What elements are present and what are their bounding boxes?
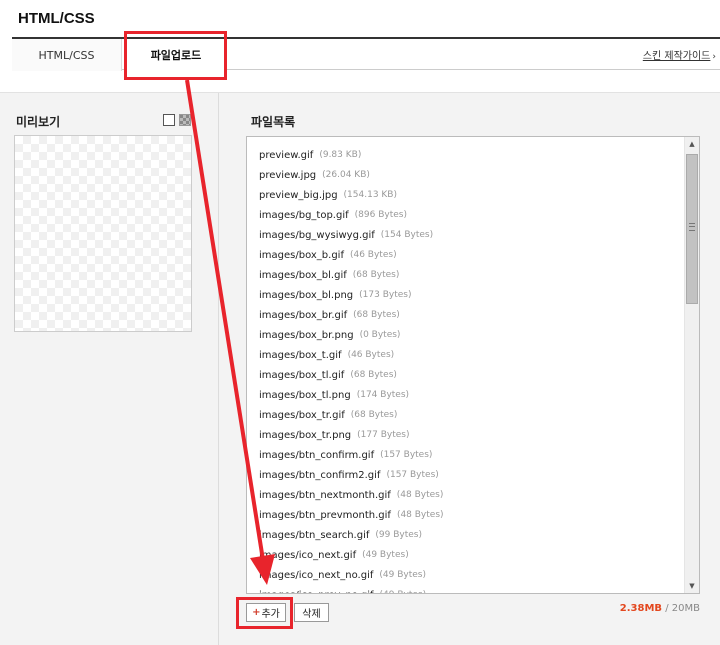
file-list-item[interactable]: images/box_bl.png (173 Bytes): [259, 285, 411, 305]
file-size: (48 Bytes): [396, 490, 444, 500]
file-size: (0 Bytes): [359, 330, 401, 340]
file-list-item[interactable]: images/btn_confirm2.gif (157 Bytes): [259, 465, 439, 485]
file-name: images/box_br.gif: [259, 309, 348, 321]
file-list-item[interactable]: preview.gif (9.83 KB): [259, 145, 361, 165]
file-name: images/box_t.gif: [259, 349, 342, 361]
add-button-label: 추가: [261, 609, 280, 620]
file-list-item[interactable]: images/box_tl.png (174 Bytes): [259, 385, 409, 405]
file-name: images/btn_nextmonth.gif: [259, 489, 391, 501]
storage-total: 20MB: [671, 603, 700, 614]
file-size: (173 Bytes): [359, 290, 412, 300]
file-name: preview.jpg: [259, 169, 317, 181]
file-size: (49 Bytes): [380, 590, 427, 593]
file-list-item[interactable]: images/box_tr.gif (68 Bytes): [259, 405, 397, 425]
file-list-item[interactable]: images/box_tr.png (177 Bytes): [259, 425, 409, 445]
file-name: images/box_tl.gif: [259, 369, 345, 381]
file-name: images/box_tr.gif: [259, 409, 345, 421]
file-size: (48 Bytes): [396, 510, 444, 520]
skin-guide-link[interactable]: 스킨 제작가이드 ›: [643, 47, 716, 62]
file-size: (46 Bytes): [347, 350, 395, 360]
chevron-right-icon: ›: [712, 52, 716, 62]
file-list-panel: preview.gif (9.83 KB) preview.jpg (26.04 KB…: [246, 136, 700, 594]
file-size: (46 Bytes): [349, 250, 397, 260]
white-background-toggle[interactable]: [163, 114, 175, 126]
scroll-up-arrow-icon[interactable]: ▲: [685, 137, 699, 151]
preview-label: 미리보기: [16, 115, 61, 129]
file-size: (174 Bytes): [356, 390, 410, 400]
tab-bar: HTML/CSS 파일업로드 스킨 제작가이드 ›: [12, 37, 720, 71]
storage-separator: /: [662, 603, 672, 614]
file-size: (49 Bytes): [379, 570, 426, 580]
file-list-item[interactable]: images/btn_search.gif (99 Bytes): [259, 525, 422, 545]
file-list-item[interactable]: preview_big.jpg (154.13 KB): [259, 185, 397, 205]
add-file-button[interactable]: + 추가: [246, 603, 286, 622]
file-list-item[interactable]: images/box_tl.gif (68 Bytes): [259, 365, 397, 385]
file-size: (68 Bytes): [350, 410, 398, 420]
file-name: images/ico_next_no.gif: [259, 569, 374, 581]
file-list-item[interactable]: images/box_br.gif (68 Bytes): [259, 305, 400, 325]
scrollbar[interactable]: ▲ ▼: [684, 137, 699, 593]
file-list-item[interactable]: images/ico_prev_no.gif (49 Bytes): [259, 585, 427, 594]
file-list-label: 파일목록: [251, 115, 296, 129]
file-list-item[interactable]: images/bg_top.gif (896 Bytes): [259, 205, 407, 225]
scroll-grip-icon: [689, 223, 695, 231]
file-size: (9.83 KB): [319, 150, 362, 160]
file-list-item[interactable]: images/box_t.gif (46 Bytes): [259, 345, 394, 365]
file-size: (896 Bytes): [354, 210, 407, 220]
storage-used: 2.38MB: [619, 603, 663, 614]
file-size: (68 Bytes): [353, 310, 400, 320]
file-size: (157 Bytes): [386, 470, 439, 480]
file-size: (177 Bytes): [357, 430, 410, 440]
file-list-item[interactable]: images/box_br.png (0 Bytes): [259, 325, 400, 345]
file-name: images/box_bl.gif: [259, 269, 347, 281]
storage-usage: 2.38MB / 20MB: [620, 603, 700, 614]
file-list: preview.gif (9.83 KB) preview.jpg (26.04 KB…: [247, 137, 685, 594]
file-size: (99 Bytes): [375, 530, 422, 540]
file-list-item[interactable]: images/btn_confirm.gif (157 Bytes): [259, 445, 432, 465]
file-name: images/box_bl.png: [259, 289, 354, 301]
tab-file-upload[interactable]: 파일업로드: [127, 39, 225, 71]
file-size: (157 Bytes): [380, 450, 433, 460]
file-name: images/box_b.gif: [259, 249, 344, 261]
file-size: (154.13 KB): [343, 190, 397, 200]
file-name: preview.gif: [259, 149, 314, 161]
file-name: images/ico_prev_no.gif: [259, 590, 374, 594]
scroll-down-arrow-icon[interactable]: ▼: [685, 579, 699, 593]
delete-file-button[interactable]: 삭제: [294, 603, 329, 622]
file-list-item[interactable]: images/btn_nextmonth.gif (48 Bytes): [259, 485, 443, 505]
file-size: (26.04 KB): [322, 170, 370, 180]
file-name: images/box_tr.png: [259, 429, 352, 441]
file-list-item[interactable]: images/box_b.gif (46 Bytes): [259, 245, 397, 265]
preview-area: [14, 135, 192, 332]
file-name: images/box_br.png: [259, 329, 354, 341]
page-title: HTML/CSS: [18, 10, 95, 27]
file-name: images/bg_top.gif: [259, 209, 349, 221]
file-name: preview_big.jpg: [259, 189, 338, 201]
file-size: (68 Bytes): [350, 370, 397, 380]
file-list-item[interactable]: preview.jpg (26.04 KB): [259, 165, 370, 185]
checkered-background-toggle[interactable]: [179, 114, 191, 126]
file-list-item[interactable]: images/btn_prevmonth.gif (48 Bytes): [259, 505, 444, 525]
column-divider: [218, 93, 219, 645]
file-list-item[interactable]: images/bg_wysiwyg.gif (154 Bytes): [259, 225, 433, 245]
file-list-item[interactable]: images/box_bl.gif (68 Bytes): [259, 265, 399, 285]
file-size: (154 Bytes): [380, 230, 434, 240]
file-name: images/bg_wysiwyg.gif: [259, 229, 375, 241]
skin-guide-label: 스킨 제작가이드: [642, 51, 711, 62]
file-name: images/btn_prevmonth.gif: [259, 509, 391, 521]
tab-html-css[interactable]: HTML/CSS: [12, 39, 122, 71]
file-list-item[interactable]: images/ico_next_no.gif (49 Bytes): [259, 565, 426, 585]
plus-icon: +: [252, 607, 261, 618]
file-name: images/btn_confirm.gif: [259, 449, 375, 461]
scroll-thumb[interactable]: [686, 154, 698, 304]
file-size: (68 Bytes): [352, 270, 400, 280]
file-name: images/box_tl.png: [259, 389, 351, 401]
file-name: images/btn_search.gif: [259, 529, 370, 541]
file-list-item[interactable]: images/ico_next.gif (49 Bytes): [259, 545, 409, 565]
file-name: images/ico_next.gif: [259, 549, 357, 561]
file-size: (49 Bytes): [362, 550, 409, 560]
file-name: images/btn_confirm2.gif: [259, 469, 381, 481]
